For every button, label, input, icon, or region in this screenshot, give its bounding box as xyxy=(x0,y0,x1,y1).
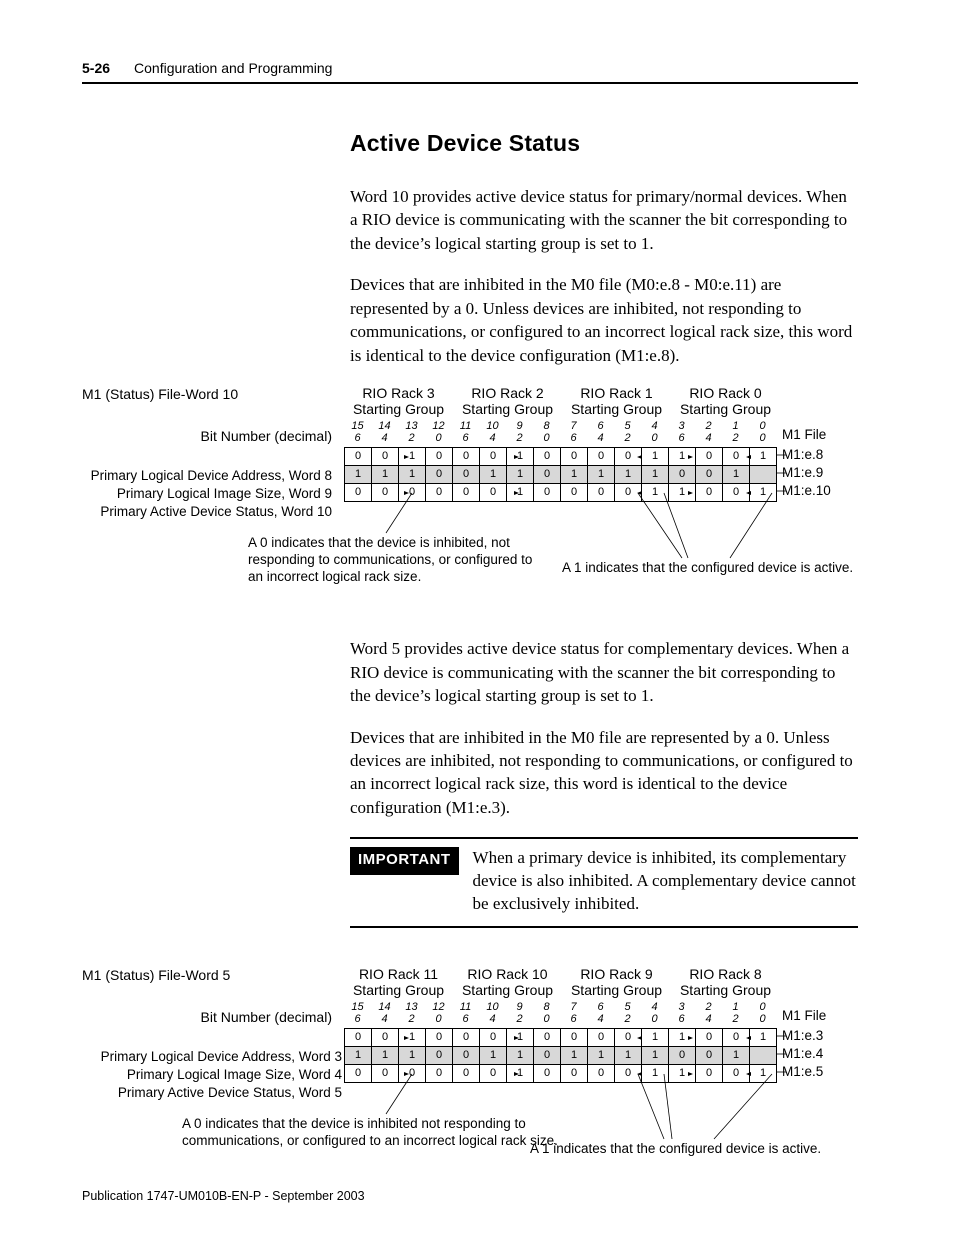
publication-footer: Publication 1747-UM010B-EN-P - September… xyxy=(82,1189,365,1203)
row-label: Primary Logical Device Address, Word 8 xyxy=(82,467,332,485)
rack-header: RIO Rack 3 xyxy=(362,385,434,401)
rack-header: RIO Rack 8 xyxy=(689,966,761,982)
page-number: 5-26 xyxy=(82,60,110,76)
bit-number-label: Bit Number (decimal) xyxy=(82,427,332,445)
bit-table: 0010001000011001111001101111001000000100… xyxy=(344,1028,777,1083)
rack-header: RIO Rack 11 xyxy=(359,966,438,982)
row-label: Primary Logical Device Address, Word 3 xyxy=(82,1048,342,1066)
row-label: Primary Active Device Status, Word 10 xyxy=(82,503,332,521)
diagram-title: M1 (Status) File-Word 10 xyxy=(82,385,332,403)
diagram-word5: M1 (Status) File-Word 5 Bit Number (deci… xyxy=(82,966,872,1166)
rack-header: RIO Rack 10 xyxy=(467,966,547,982)
section-heading: Active Device Status xyxy=(350,130,872,157)
one-annotation: A 1 indicates that the configured device… xyxy=(530,1141,840,1158)
rack-header: RIO Rack 9 xyxy=(580,966,652,982)
bit-table: 0010001000011001111001101111001000000100… xyxy=(344,447,777,502)
rack-header: RIO Rack 1 xyxy=(580,385,652,401)
m1-file-label: M1 File xyxy=(782,427,826,442)
rack-header: RIO Rack 2 xyxy=(471,385,543,401)
row-label: Primary Logical Image Size, Word 9 xyxy=(82,485,332,503)
paragraph: Devices that are inhibited in the M0 fil… xyxy=(350,726,858,820)
paragraph: Devices that are inhibited in the M0 fil… xyxy=(350,273,858,367)
m1-file-label: M1 File xyxy=(782,1008,826,1023)
one-annotation: A 1 indicates that the configured device… xyxy=(562,560,862,577)
chapter-title: Configuration and Programming xyxy=(134,60,332,76)
running-header: 5-26 Configuration and Programming xyxy=(82,60,858,84)
zero-annotation: A 0 indicates that the device is inhibit… xyxy=(182,1116,562,1150)
paragraph: Word 5 provides active device status for… xyxy=(350,637,858,707)
important-text: When a primary device is inhibited, its … xyxy=(473,847,858,916)
row-label: Primary Active Device Status, Word 5 xyxy=(82,1084,342,1102)
zero-annotation: A 0 indicates that the device is inhibit… xyxy=(248,535,548,586)
important-box: IMPORTANT When a primary device is inhib… xyxy=(350,837,858,928)
important-label: IMPORTANT xyxy=(350,847,459,875)
row-label: Primary Logical Image Size, Word 4 xyxy=(82,1066,342,1084)
diagram-word10: M1 (Status) File-Word 10 Bit Number (dec… xyxy=(82,385,872,601)
rack-header: RIO Rack 0 xyxy=(689,385,761,401)
diagram-title: M1 (Status) File-Word 5 xyxy=(82,966,332,984)
bit-number-label: Bit Number (decimal) xyxy=(82,1008,332,1026)
paragraph: Word 10 provides active device status fo… xyxy=(350,185,858,255)
